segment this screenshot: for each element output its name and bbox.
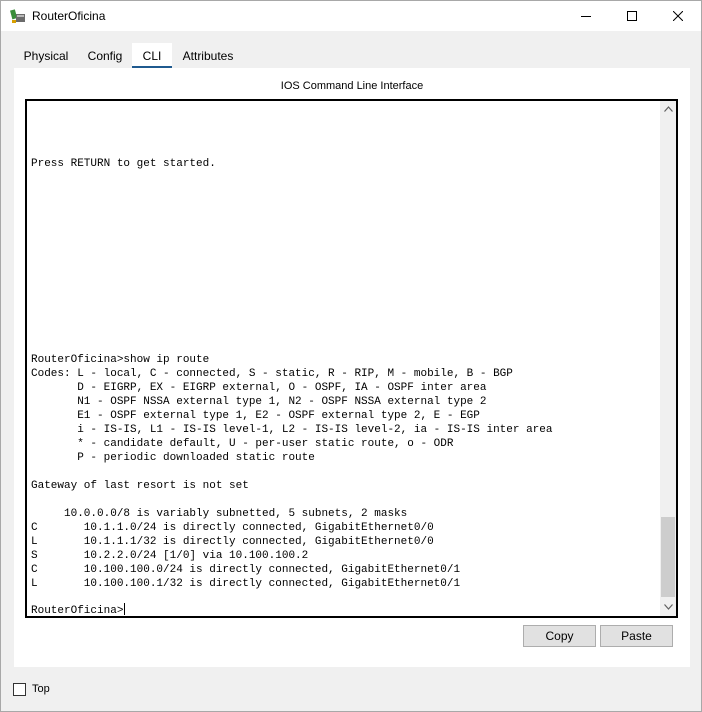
scroll-down-button[interactable] xyxy=(660,599,676,615)
text-cursor xyxy=(124,603,126,615)
minimize-icon xyxy=(581,16,591,17)
router-app-icon xyxy=(10,9,25,23)
scroll-up-button[interactable] xyxy=(660,101,676,117)
terminal-scrollbar[interactable] xyxy=(660,101,676,616)
cli-panel: IOS Command Line Interface Press RETURN … xyxy=(14,68,690,667)
terminal-line: Gateway of last resort is not set xyxy=(31,480,249,492)
title-bar[interactable]: RouterOficina xyxy=(1,1,701,31)
terminal-output: Press RETURN to get started. RouterOficin… xyxy=(31,101,656,616)
terminal-line: RouterOficina>show ip route xyxy=(31,354,210,366)
panel-title: IOS Command Line Interface xyxy=(280,80,424,92)
terminal-line: * - candidate default, U - per-user stat… xyxy=(31,438,454,450)
terminal-line: C 10.100.100.0/24 is directly connected,… xyxy=(31,564,461,576)
paste-button[interactable]: Paste xyxy=(600,625,673,647)
terminal-line: L 10.100.100.1/32 is directly connected,… xyxy=(31,578,461,590)
top-checkbox-label: Top xyxy=(32,683,50,695)
prompt-text: RouterOficina> xyxy=(31,605,124,617)
terminal-console[interactable]: Press RETURN to get started. RouterOficin… xyxy=(25,99,678,618)
tab-cli[interactable]: CLI xyxy=(132,43,172,68)
terminal-line: Press RETURN to get started. xyxy=(31,158,216,170)
terminal-line: S 10.2.2.0/24 [1/0] via 10.100.100.2 xyxy=(31,550,309,562)
minimize-button[interactable] xyxy=(563,1,609,31)
close-icon xyxy=(673,11,683,21)
chevron-down-icon xyxy=(663,604,673,610)
maximize-icon xyxy=(627,11,637,21)
terminal-line: P - periodic downloaded static route xyxy=(31,452,315,464)
tab-config[interactable]: Config xyxy=(78,43,132,68)
terminal-line: E1 - OSPF external type 1, E2 - OSPF ext… xyxy=(31,410,480,422)
window-title: RouterOficina xyxy=(32,9,106,23)
router-window: RouterOficina Physical Config CLI Attrib… xyxy=(0,0,702,712)
terminal-line: D - EIGRP, EX - EIGRP external, O - OSPF… xyxy=(31,382,487,394)
top-checkbox[interactable] xyxy=(13,683,26,696)
terminal-prompt[interactable]: RouterOficina> xyxy=(31,603,126,617)
terminal-line: C 10.1.1.0/24 is directly connected, Gig… xyxy=(31,522,434,534)
tab-physical[interactable]: Physical xyxy=(14,43,78,68)
terminal-line: N1 - OSPF NSSA external type 1, N2 - OSP… xyxy=(31,396,487,408)
chevron-up-icon xyxy=(663,106,673,112)
copy-button[interactable]: Copy xyxy=(523,625,596,647)
terminal-line: i - IS-IS, L1 - IS-IS level-1, L2 - IS-I… xyxy=(31,424,553,436)
maximize-button[interactable] xyxy=(609,1,655,31)
scroll-thumb[interactable] xyxy=(661,517,675,597)
terminal-line: Codes: L - local, C - connected, S - sta… xyxy=(31,368,513,380)
close-button[interactable] xyxy=(655,1,701,31)
terminal-line: 10.0.0.0/8 is variably subnetted, 5 subn… xyxy=(31,508,408,520)
tab-attributes[interactable]: Attributes xyxy=(172,43,244,68)
terminal-line: L 10.1.1.1/32 is directly connected, Gig… xyxy=(31,536,434,548)
